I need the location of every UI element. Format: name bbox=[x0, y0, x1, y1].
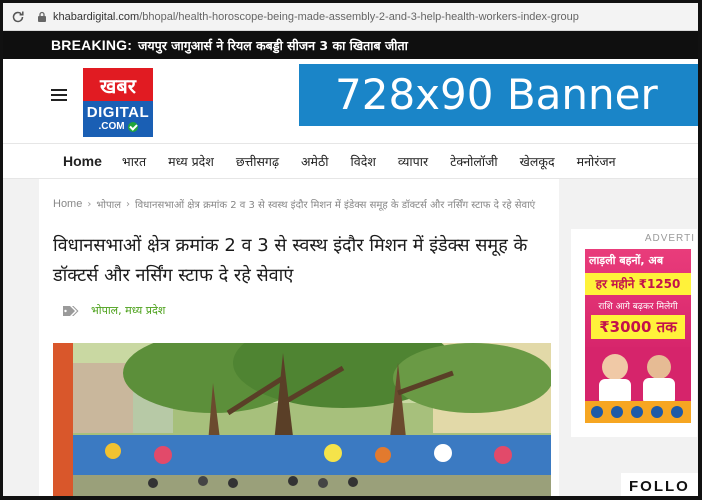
nav-item-amethi[interactable]: अमेठी bbox=[301, 153, 329, 170]
top-banner-ad[interactable]: 728x90 Banner bbox=[299, 64, 698, 126]
chevron-right-icon: › bbox=[126, 198, 131, 210]
logo-com-text: .COM bbox=[98, 121, 125, 132]
logo-top-text: खबर bbox=[83, 68, 153, 102]
browser-window: khabardigital.com/bhopal/health-horoscop… bbox=[0, 0, 702, 500]
nav-item-videsh[interactable]: विदेश bbox=[351, 153, 376, 170]
lock-icon[interactable] bbox=[35, 10, 49, 24]
menu-icon[interactable] bbox=[51, 89, 67, 101]
advertisement-label: ADVERTI bbox=[644, 233, 695, 244]
nav-item-technology[interactable]: टेक्नोलॉजी bbox=[450, 153, 498, 170]
breaking-headline[interactable]: जयपुर जागुआर्स ने रियल कबड्डी सीजन 3 का … bbox=[138, 37, 408, 54]
article-photo-illustration bbox=[53, 343, 551, 496]
ad-line-4: ₹3000 तक bbox=[591, 315, 685, 339]
ad-line-2: हर महीने ₹1250 bbox=[585, 273, 691, 295]
nav-item-chhattisgarh[interactable]: छत्तीसगढ़ bbox=[236, 153, 279, 170]
logo-digital-text: DIGITAL bbox=[86, 104, 150, 121]
nav-item-khelkud[interactable]: खेलकूद bbox=[520, 153, 555, 170]
site-header: खबर DIGITAL .COM 728x90 Banner bbox=[3, 59, 698, 143]
ad-line-1: लाड़ली बहनों, अब bbox=[589, 254, 664, 267]
breadcrumb-category[interactable]: भोपाल bbox=[96, 197, 121, 211]
nav-item-bharat[interactable]: भारत bbox=[122, 153, 146, 170]
article-title: विधानसभाओं क्षेत्र क्रमांक 2 व 3 से स्वस… bbox=[53, 235, 528, 286]
chevron-right-icon: › bbox=[87, 198, 92, 210]
breadcrumb-current: विधानसभाओं क्षेत्र क्रमांक 2 व 3 से स्वस… bbox=[135, 200, 536, 211]
url-path: /bhopal/health-horoscope-being-made-asse… bbox=[139, 10, 579, 23]
ad-portraits-image bbox=[585, 347, 691, 423]
follow-heading: FOLLO bbox=[621, 473, 698, 496]
tag-icon bbox=[63, 305, 79, 316]
address-bar[interactable]: khabardigital.com/bhopal/health-horoscop… bbox=[3, 3, 698, 31]
tag-links[interactable]: भोपाल, मध्य प्रदेश bbox=[91, 303, 165, 318]
nav-item-manoranjan[interactable]: मनोरंजन bbox=[577, 153, 616, 170]
nav-item-home[interactable]: Home bbox=[63, 153, 102, 169]
breadcrumb-home[interactable]: Home bbox=[53, 198, 82, 210]
breaking-news-bar: BREAKING: जयपुर जागुआर्स ने रियल कबड्डी … bbox=[3, 31, 698, 59]
url-text[interactable]: khabardigital.com/bhopal/health-horoscop… bbox=[53, 11, 579, 23]
article-photo bbox=[53, 343, 551, 496]
article: Home › भोपाल › विधानसभाओं क्षेत्र क्रमां… bbox=[39, 179, 559, 496]
site-logo[interactable]: खबर DIGITAL .COM bbox=[83, 67, 153, 137]
url-domain: khabardigital.com bbox=[53, 10, 140, 23]
nav-item-vyapar[interactable]: व्यापार bbox=[398, 153, 428, 170]
article-tags: भोपाल, मध्य प्रदेश bbox=[63, 303, 165, 318]
sidebar: ADVERTI लाड़ली बहनों, अब हर महीने ₹1250 … bbox=[571, 229, 697, 437]
main-nav: Home भारत मध्य प्रदेश छत्तीसगढ़ अमेठी वि… bbox=[3, 143, 698, 179]
breadcrumb: Home › भोपाल › विधानसभाओं क्षेत्र क्रमां… bbox=[53, 197, 535, 211]
breaking-label: BREAKING: bbox=[51, 37, 133, 53]
sidebar-ad[interactable]: लाड़ली बहनों, अब हर महीने ₹1250 राशि आगे… bbox=[585, 249, 691, 423]
check-icon bbox=[127, 122, 138, 132]
ad-line-3: राशि आगे बढ़कर मिलेगी bbox=[598, 302, 678, 312]
reload-icon[interactable] bbox=[7, 6, 29, 28]
nav-item-madhya-pradesh[interactable]: मध्य प्रदेश bbox=[168, 153, 214, 170]
